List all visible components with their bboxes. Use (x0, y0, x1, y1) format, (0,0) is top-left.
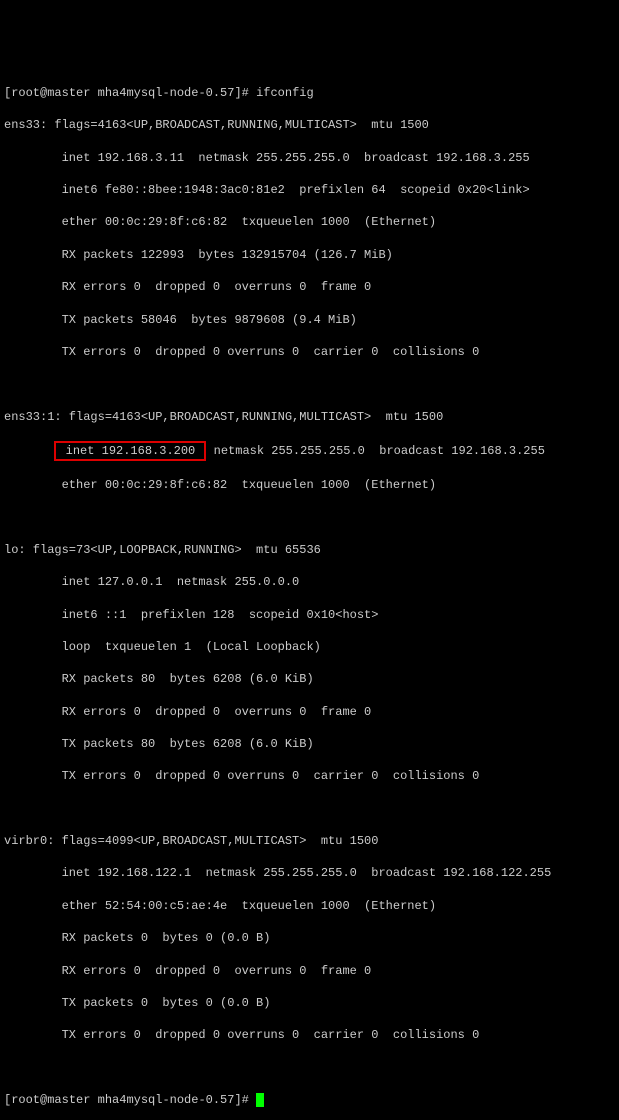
virbr0-rx-packets: RX packets 0 bytes 0 (0.0 B) (4, 930, 615, 946)
blank-line (4, 1060, 615, 1076)
command-text: ifconfig (256, 86, 314, 100)
prompt-user: root (11, 1093, 40, 1107)
lo-rx-packets: RX packets 80 bytes 6208 (6.0 KiB) (4, 671, 615, 687)
prompt-suffix: ]# (234, 86, 248, 100)
lo-tx-errors: TX errors 0 dropped 0 overruns 0 carrier… (4, 768, 615, 784)
highlighted-ip: inet 192.168.3.200 (54, 441, 206, 461)
lo-rx-errors: RX errors 0 dropped 0 overruns 0 frame 0 (4, 704, 615, 720)
blank-line (4, 376, 615, 392)
ens33-inet: inet 192.168.3.11 netmask 255.255.255.0 … (4, 150, 615, 166)
ens33-1-header: ens33:1: flags=4163<UP,BROADCAST,RUNNING… (4, 409, 615, 425)
prompt-open-bracket: [ (4, 1093, 11, 1107)
prompt-host: master (47, 1093, 90, 1107)
prompt-user: root (11, 86, 40, 100)
ens33-inet6: inet6 fe80::8bee:1948:3ac0:81e2 prefixle… (4, 182, 615, 198)
virbr0-rx-errors: RX errors 0 dropped 0 overruns 0 frame 0 (4, 963, 615, 979)
lo-inet: inet 127.0.0.1 netmask 255.0.0.0 (4, 574, 615, 590)
ens33-tx-errors: TX errors 0 dropped 0 overruns 0 carrier… (4, 344, 615, 360)
cursor-icon (256, 1093, 264, 1107)
prompt-host: master (47, 86, 90, 100)
prompt-suffix: ]# (234, 1093, 248, 1107)
ens33-rx-errors: RX errors 0 dropped 0 overruns 0 frame 0 (4, 279, 615, 295)
blank-line (4, 510, 615, 526)
prompt-line-1[interactable]: [root@master mha4mysql-node-0.57]# ifcon… (4, 85, 615, 101)
inet-prefix (4, 444, 54, 458)
prompt-line-2[interactable]: [root@master mha4mysql-node-0.57]# (4, 1092, 615, 1108)
lo-loop: loop txqueuelen 1 (Local Loopback) (4, 639, 615, 655)
prompt-path: mha4mysql-node-0.57 (98, 86, 235, 100)
lo-inet6: inet6 ::1 prefixlen 128 scopeid 0x10<hos… (4, 607, 615, 623)
ens33-1-ether: ether 00:0c:29:8f:c6:82 txqueuelen 1000 … (4, 477, 615, 493)
virbr0-tx-errors: TX errors 0 dropped 0 overruns 0 carrier… (4, 1027, 615, 1043)
ens33-rx-packets: RX packets 122993 bytes 132915704 (126.7… (4, 247, 615, 263)
prompt-at: @ (40, 1093, 47, 1107)
virbr0-inet: inet 192.168.122.1 netmask 255.255.255.0… (4, 865, 615, 881)
virbr0-tx-packets: TX packets 0 bytes 0 (0.0 B) (4, 995, 615, 1011)
prompt-path: mha4mysql-node-0.57 (98, 1093, 235, 1107)
ens33-1-inet-line: inet 192.168.3.200 netmask 255.255.255.0… (4, 441, 615, 461)
ens33-ether: ether 00:0c:29:8f:c6:82 txqueuelen 1000 … (4, 214, 615, 230)
inet-suffix: netmask 255.255.255.0 broadcast 192.168.… (206, 444, 544, 458)
lo-header: lo: flags=73<UP,LOOPBACK,RUNNING> mtu 65… (4, 542, 615, 558)
virbr0-header: virbr0: flags=4099<UP,BROADCAST,MULTICAS… (4, 833, 615, 849)
ens33-tx-packets: TX packets 58046 bytes 9879608 (9.4 MiB) (4, 312, 615, 328)
virbr0-ether: ether 52:54:00:c5:ae:4e txqueuelen 1000 … (4, 898, 615, 914)
lo-tx-packets: TX packets 80 bytes 6208 (6.0 KiB) (4, 736, 615, 752)
blank-line (4, 801, 615, 817)
terminal-output: [root@master mha4mysql-node-0.57]# ifcon… (4, 69, 615, 1120)
ens33-header: ens33: flags=4163<UP,BROADCAST,RUNNING,M… (4, 117, 615, 133)
